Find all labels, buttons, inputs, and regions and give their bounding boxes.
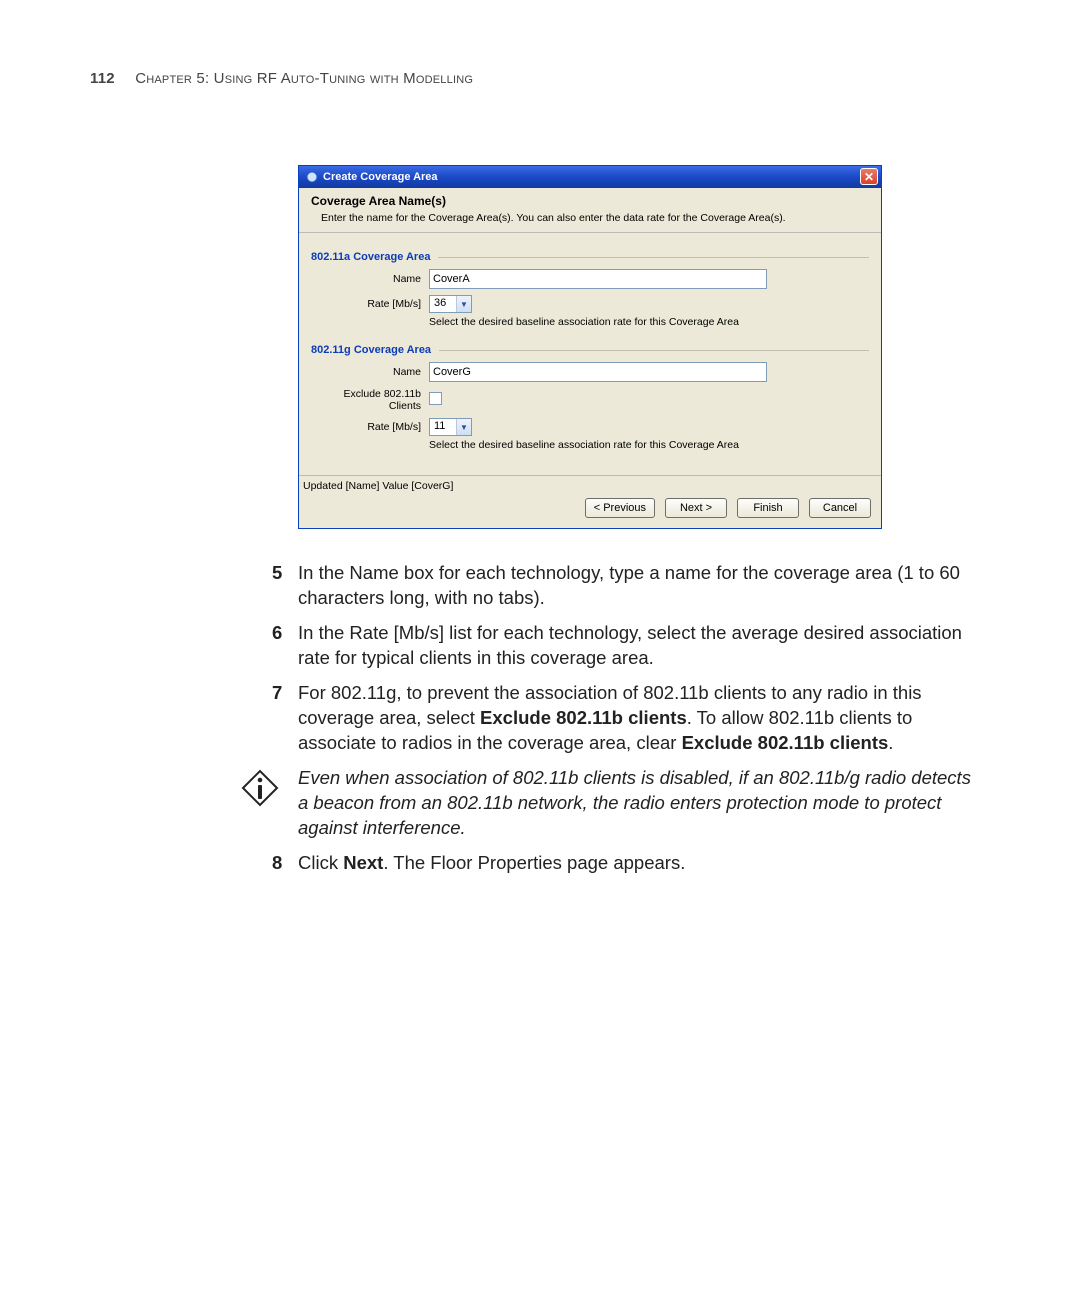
running-head: 112 Chapter 5: Using RF Auto-Tuning with… <box>90 70 473 87</box>
note-text: Even when association of 802.11b clients… <box>298 766 975 841</box>
group-legend-a: 802.11a Coverage Area <box>311 251 869 263</box>
divider <box>438 257 869 258</box>
app-icon <box>305 170 319 184</box>
chapter-title: Chapter 5: Using RF Auto-Tuning with Mod… <box>135 70 473 87</box>
legend-g-text: 802.11g Coverage Area <box>311 344 431 356</box>
hint-a-rate: Select the desired baseline association … <box>429 316 869 328</box>
label-g-exclude: Exclude 802.11b Clients <box>311 388 429 412</box>
step-number: 5 <box>272 561 298 611</box>
page-number: 112 <box>90 70 115 87</box>
label-a-rate: Rate [Mb/s] <box>311 298 429 310</box>
hint-g-rate: Select the desired baseline association … <box>429 439 869 451</box>
step-7: 7 For 802.11g, to prevent the associatio… <box>298 681 975 756</box>
dialog-body: 802.11a Coverage Area Name Rate [Mb/s] <box>299 233 881 475</box>
field-g-rate: Rate [Mb/s] 11 ▼ <box>311 418 869 436</box>
label-a-name: Name <box>311 273 429 285</box>
dialog-title: Create Coverage Area <box>323 171 438 183</box>
step-text: In the Name box for each technology, typ… <box>298 561 975 611</box>
dialog-section-title: Coverage Area Name(s) <box>311 194 869 208</box>
dialog-button-bar: < Previous Next > Finish Cancel <box>299 492 881 528</box>
dialog-header: Coverage Area Name(s) Enter the name for… <box>299 188 881 233</box>
select-g-rate[interactable]: 11 ▼ <box>429 418 472 436</box>
select-a-rate-value: 36 <box>430 296 456 312</box>
divider <box>439 350 869 351</box>
create-coverage-area-dialog: Create Coverage Area ✕ Coverage Area Nam… <box>298 165 882 529</box>
field-a-name: Name <box>311 269 869 289</box>
step-text: For 802.11g, to prevent the association … <box>298 681 975 756</box>
cancel-button[interactable]: Cancel <box>809 498 871 518</box>
step-number: 8 <box>272 851 298 876</box>
legend-a-text: 802.11a Coverage Area <box>311 251 430 263</box>
content-column: Create Coverage Area ✕ Coverage Area Nam… <box>298 165 975 876</box>
step-6: 6 In the Rate [Mb/s] list for each techn… <box>298 621 975 671</box>
checkbox-exclude-11b[interactable] <box>429 392 442 405</box>
step-text: Click Next. The Floor Properties page ap… <box>298 851 975 876</box>
close-button[interactable]: ✕ <box>860 168 878 185</box>
dialog-section-desc: Enter the name for the Coverage Area(s).… <box>311 212 869 224</box>
input-a-name[interactable] <box>429 269 767 289</box>
select-g-rate-value: 11 <box>430 419 456 435</box>
field-g-name: Name <box>311 362 869 382</box>
chevron-down-icon: ▼ <box>456 419 471 435</box>
page: 112 Chapter 5: Using RF Auto-Tuning with… <box>0 0 1080 1296</box>
group-802-11a: 802.11a Coverage Area Name Rate [Mb/s] <box>311 251 869 328</box>
instruction-steps: 5 In the Name box for each technology, t… <box>298 561 975 876</box>
next-button[interactable]: Next > <box>665 498 727 518</box>
label-g-rate: Rate [Mb/s] <box>311 421 429 433</box>
step-number: 6 <box>272 621 298 671</box>
select-a-rate[interactable]: 36 ▼ <box>429 295 472 313</box>
group-legend-g: 802.11g Coverage Area <box>311 344 869 356</box>
label-g-name: Name <box>311 366 429 378</box>
group-802-11g: 802.11g Coverage Area Name Exclude 802.1… <box>311 344 869 451</box>
previous-button[interactable]: < Previous <box>585 498 655 518</box>
step-number: 7 <box>272 681 298 756</box>
dialog-titlebar[interactable]: Create Coverage Area ✕ <box>299 166 881 188</box>
field-g-exclude: Exclude 802.11b Clients <box>311 388 869 412</box>
info-icon <box>240 766 286 808</box>
input-g-name[interactable] <box>429 362 767 382</box>
status-bar: Updated [Name] Value [CoverG] <box>299 475 881 492</box>
finish-button[interactable]: Finish <box>737 498 799 518</box>
note: Even when association of 802.11b clients… <box>298 766 975 841</box>
step-5: 5 In the Name box for each technology, t… <box>298 561 975 611</box>
close-icon: ✕ <box>864 170 874 184</box>
chevron-down-icon: ▼ <box>456 296 471 312</box>
step-text: In the Rate [Mb/s] list for each technol… <box>298 621 975 671</box>
step-8: 8 Click Next. The Floor Properties page … <box>298 851 975 876</box>
field-a-rate: Rate [Mb/s] 36 ▼ <box>311 295 869 313</box>
